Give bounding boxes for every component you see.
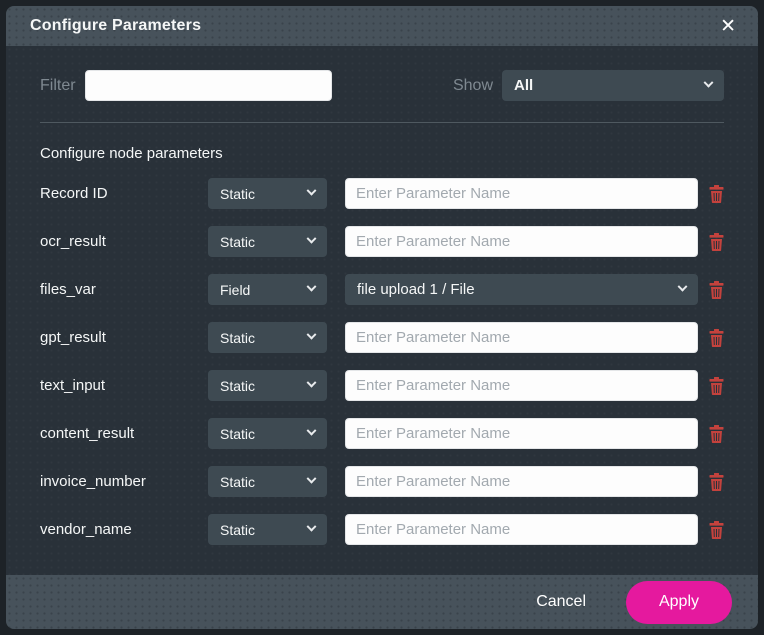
divider: [40, 122, 724, 123]
chevron-down-icon: [306, 281, 317, 292]
chevron-down-icon: [306, 473, 317, 484]
filter-row: Filter Show All: [40, 70, 724, 101]
trash-icon[interactable]: [708, 328, 724, 347]
parameter-name-label: ocr_result: [40, 233, 106, 250]
parameter-type-select[interactable]: Static: [208, 370, 327, 401]
parameter-name-label: text_input: [40, 377, 106, 394]
cancel-button[interactable]: Cancel: [536, 593, 586, 611]
parameter-value-input[interactable]: [345, 370, 698, 401]
chevron-down-icon: [677, 281, 688, 292]
parameter-row: Record ID Static: [40, 178, 724, 209]
chevron-down-icon: [703, 77, 714, 88]
filter-group: Filter: [40, 70, 332, 101]
parameter-type-value: Static: [220, 233, 256, 250]
parameter-value-input[interactable]: [345, 514, 698, 545]
parameter-name-label: Record ID: [40, 185, 108, 202]
configure-parameters-modal: Configure Parameters ✕ Filter Show All C…: [6, 6, 758, 629]
trash-icon[interactable]: [708, 424, 724, 443]
close-icon[interactable]: ✕: [720, 17, 736, 36]
parameter-value-input[interactable]: [345, 226, 698, 257]
trash-icon[interactable]: [708, 184, 724, 203]
parameter-type-select[interactable]: Static: [208, 178, 327, 209]
parameter-value-select[interactable]: file upload 1 / File: [345, 274, 698, 305]
modal-footer: Cancel Apply: [6, 575, 758, 629]
trash-icon[interactable]: [708, 472, 724, 491]
parameter-value-cell: [345, 514, 698, 545]
show-select[interactable]: All: [502, 70, 724, 101]
parameter-type-value: Static: [220, 329, 256, 346]
show-group: Show All: [453, 70, 724, 101]
trash-icon[interactable]: [708, 520, 724, 539]
parameter-value-cell: [345, 466, 698, 497]
parameter-value-cell: [345, 322, 698, 353]
modal-title: Configure Parameters: [30, 17, 202, 34]
parameter-value-input[interactable]: [345, 322, 698, 353]
parameter-name-label: gpt_result: [40, 329, 106, 346]
parameter-type-select[interactable]: Static: [208, 226, 327, 257]
chevron-down-icon: [306, 185, 317, 196]
trash-icon[interactable]: [708, 232, 724, 251]
chevron-down-icon: [306, 521, 317, 532]
modal-header: Configure Parameters ✕: [6, 6, 758, 46]
parameter-type-value: Static: [220, 473, 256, 490]
parameter-value-cell: [345, 226, 698, 257]
parameter-value-cell: [345, 418, 698, 449]
parameter-name-label: content_result: [40, 425, 135, 442]
parameter-row: content_result Static: [40, 418, 724, 449]
parameter-type-value: Static: [220, 521, 256, 538]
section-heading: Configure node parameters: [40, 145, 223, 162]
apply-button[interactable]: Apply: [626, 580, 732, 624]
parameter-value-input[interactable]: [345, 466, 698, 497]
parameter-rows: Record ID Static ocr_result Static: [40, 178, 724, 545]
parameter-type-select[interactable]: Static: [208, 418, 327, 449]
parameter-name-label: files_var: [40, 281, 96, 298]
parameter-type-value: Static: [220, 377, 256, 394]
chevron-down-icon: [306, 425, 317, 436]
parameter-type-value: Static: [220, 425, 256, 442]
parameter-value-cell: [345, 178, 698, 209]
parameter-type-value: Static: [220, 185, 256, 202]
parameter-name-label: vendor_name: [40, 521, 132, 538]
parameter-value-cell: [345, 370, 698, 401]
parameter-value-input[interactable]: [345, 178, 698, 209]
show-select-value: All: [514, 77, 534, 94]
parameter-row: gpt_result Static: [40, 322, 724, 353]
trash-icon[interactable]: [708, 376, 724, 395]
chevron-down-icon: [306, 233, 317, 244]
filter-label: Filter: [40, 76, 76, 94]
modal-body: Filter Show All Configure node parameter…: [6, 46, 758, 575]
parameter-type-select[interactable]: Static: [208, 466, 327, 497]
parameter-row: files_var Field file upload 1 / File: [40, 274, 724, 305]
trash-icon[interactable]: [708, 280, 724, 299]
parameter-row: text_input Static: [40, 370, 724, 401]
parameter-row: invoice_number Static: [40, 466, 724, 497]
parameter-row: vendor_name Static: [40, 514, 724, 545]
parameter-value-cell: file upload 1 / File: [345, 274, 698, 305]
parameter-name-label: invoice_number: [40, 473, 146, 490]
parameter-value-text: file upload 1 / File: [357, 281, 475, 298]
parameter-type-select[interactable]: Field: [208, 274, 327, 305]
show-label: Show: [452, 76, 493, 94]
parameter-value-input[interactable]: [345, 418, 698, 449]
parameter-type-select[interactable]: Static: [208, 514, 327, 545]
chevron-down-icon: [306, 329, 317, 340]
parameter-type-value: Field: [220, 281, 251, 298]
filter-input[interactable]: [84, 70, 332, 101]
parameter-type-select[interactable]: Static: [208, 322, 327, 353]
chevron-down-icon: [306, 377, 317, 388]
parameter-row: ocr_result Static: [40, 226, 724, 257]
